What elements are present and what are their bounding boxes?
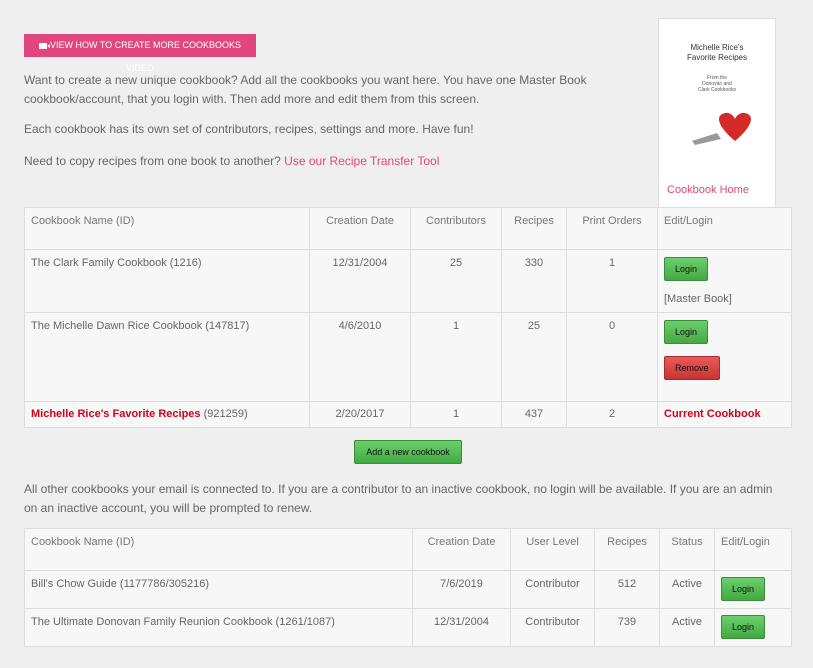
contributors: 1 xyxy=(410,401,502,428)
recipes: 25 xyxy=(501,312,567,402)
transfer-label: Need to copy recipes from one book to an… xyxy=(24,154,281,168)
login-button[interactable]: Login xyxy=(664,257,709,281)
cookbooks-table: Cookbook Name (ID) Creation Date Contrib… xyxy=(24,207,792,428)
edit-login: Login xyxy=(714,608,792,647)
other-cookbooks-text: All other cookbooks your email is connec… xyxy=(24,482,773,515)
col-contributors: Contributors xyxy=(410,207,502,250)
col-name: Cookbook Name (ID) xyxy=(24,207,310,250)
col-status: Status xyxy=(659,528,715,571)
recipe-transfer-link[interactable]: Use our Recipe Transfer Tool xyxy=(284,154,439,168)
video-button[interactable]: VIEW HOW TO CREATE MORE COOKBOOKS VIDEO xyxy=(24,34,256,73)
creation-date: 4/6/2010 xyxy=(309,312,411,402)
col-recipes: Recipes xyxy=(594,528,660,571)
print-orders: 2 xyxy=(566,401,658,428)
table-row: The Clark Family Cookbook (1216) 12/31/2… xyxy=(24,249,792,313)
login-button[interactable]: Login xyxy=(664,320,709,344)
cookbook-cover[interactable]: Michelle Rice's Favorite Recipes From th… xyxy=(658,18,776,208)
col-user-level: User Level xyxy=(510,528,595,571)
col-date: Creation Date xyxy=(309,207,411,250)
col-date: Creation Date xyxy=(412,528,511,571)
intro-text-2: Each cookbook has its own set of contrib… xyxy=(24,122,474,136)
cookbook-name: The Ultimate Donovan Family Reunion Cook… xyxy=(24,608,413,647)
col-name: Cookbook Name (ID) xyxy=(24,528,413,571)
contributors: 1 xyxy=(410,312,502,402)
table-row-current: Michelle Rice's Favorite Recipes (921259… xyxy=(24,401,792,428)
status: Active xyxy=(659,570,715,609)
current-cookbook-label: Current Cookbook xyxy=(657,401,792,428)
user-level: Contributor xyxy=(510,570,595,609)
cookbook-name: Michelle Rice's Favorite Recipes (921259… xyxy=(24,401,310,428)
recipes: 330 xyxy=(501,249,567,313)
login-button[interactable]: Login xyxy=(721,615,766,639)
edit-login: Login Remove xyxy=(657,312,792,402)
edit-login: Login xyxy=(714,570,792,609)
edit-login: Login [Master Book] xyxy=(657,249,792,313)
print-orders: 0 xyxy=(566,312,658,402)
cover-title: Michelle Rice's Favorite Recipes xyxy=(686,43,748,62)
table-row: The Ultimate Donovan Family Reunion Cook… xyxy=(24,608,792,647)
table-header: Cookbook Name (ID) Creation Date Contrib… xyxy=(24,207,792,250)
cookbook-name: The Michelle Dawn Rice Cookbook (147817) xyxy=(24,312,310,402)
cookbook-id: (921259) xyxy=(203,408,248,420)
cookbook-home-link[interactable]: Cookbook Home xyxy=(667,184,749,196)
col-edit-login: Edit/Login xyxy=(714,528,792,571)
creation-date: 12/31/2004 xyxy=(309,249,411,313)
col-recipes: Recipes xyxy=(501,207,567,250)
video-button-label: VIEW HOW TO CREATE MORE COOKBOOKS VIDEO xyxy=(49,40,242,73)
contributors: 25 xyxy=(410,249,502,313)
recipes: 437 xyxy=(501,401,567,428)
table-header: Cookbook Name (ID) Creation Date User Le… xyxy=(24,528,792,571)
col-edit-login: Edit/Login xyxy=(657,207,792,250)
recipes: 512 xyxy=(594,570,660,609)
creation-date: 7/6/2019 xyxy=(412,570,511,609)
creation-date: 2/20/2017 xyxy=(309,401,411,428)
status: Active xyxy=(659,608,715,647)
cover-subtitle: From the Donovan and Clark Cookbooks xyxy=(697,75,737,93)
table-row: The Michelle Dawn Rice Cookbook (147817)… xyxy=(24,312,792,402)
user-level: Contributor xyxy=(510,608,595,647)
master-book-label: [Master Book] xyxy=(664,293,732,305)
cookbook-name: The Clark Family Cookbook (1216) xyxy=(24,249,310,313)
video-camera-icon xyxy=(38,42,50,49)
intro-text: Want to create a new unique cookbook? Ad… xyxy=(24,73,587,106)
add-cookbook-button[interactable]: Add a new cookbook xyxy=(354,440,462,464)
table-row: Bill's Chow Guide (1177786/305216) 7/6/2… xyxy=(24,570,792,609)
print-orders: 1 xyxy=(566,249,658,313)
col-print-orders: Print Orders xyxy=(566,207,658,250)
login-button[interactable]: Login xyxy=(721,577,766,601)
remove-button[interactable]: Remove xyxy=(664,356,720,380)
other-cookbooks-table: Cookbook Name (ID) Creation Date User Le… xyxy=(24,528,792,647)
heart-fork-image xyxy=(692,112,751,145)
creation-date: 12/31/2004 xyxy=(412,608,511,647)
current-cookbook-name: Michelle Rice's Favorite Recipes xyxy=(31,408,201,420)
recipes: 739 xyxy=(594,608,660,647)
cookbook-name: Bill's Chow Guide (1177786/305216) xyxy=(24,570,413,609)
transfer-text: Need to copy recipes from one book to an… xyxy=(24,152,654,171)
